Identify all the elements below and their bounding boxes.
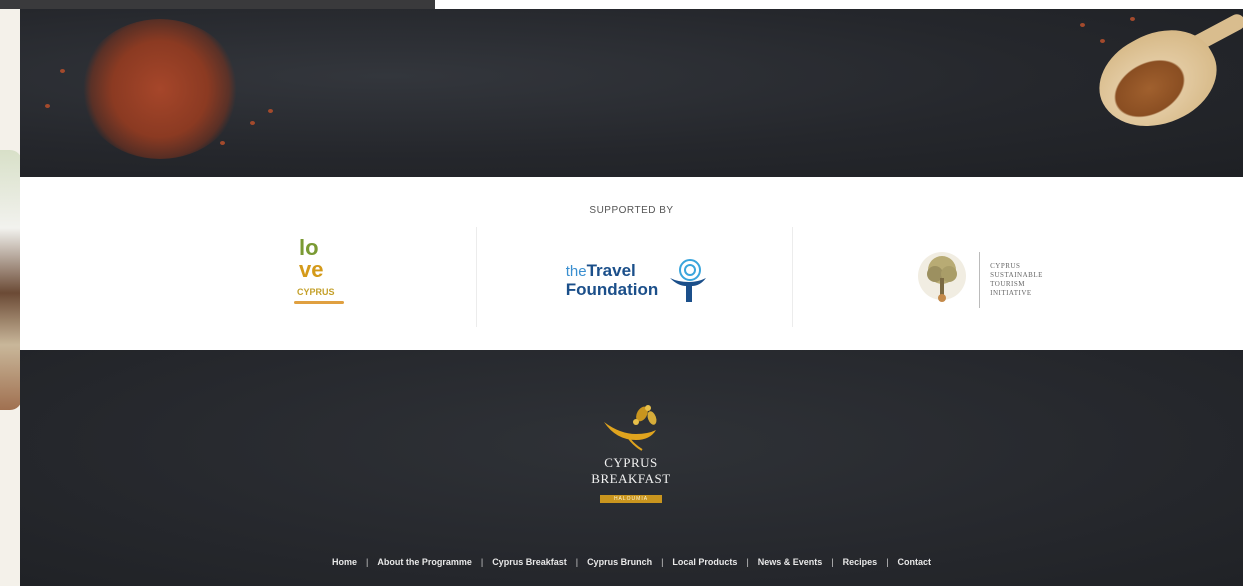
love-cyprus-logo: lo ve CYPRUS bbox=[289, 235, 349, 325]
nav-recipes[interactable]: Recipes bbox=[843, 557, 878, 567]
travel-foundation-icon bbox=[670, 259, 707, 302]
background-food-image bbox=[0, 150, 22, 410]
sponsor-divider bbox=[792, 227, 793, 327]
nav-contact[interactable]: Contact bbox=[898, 557, 932, 567]
sponsor-love-cyprus[interactable]: lo ve CYPRUS bbox=[160, 225, 478, 335]
love-logo-ve: ve bbox=[299, 257, 324, 282]
seed-dot bbox=[60, 69, 65, 73]
nav-separator: | bbox=[575, 557, 579, 567]
brand-line2: BREAKFAST bbox=[591, 471, 671, 486]
csti-text: CYPRUS SUSTAINABLE TOURISM INITIATIVE bbox=[990, 262, 1043, 298]
ttf-the: the bbox=[565, 262, 587, 280]
seed-dot bbox=[250, 121, 255, 125]
spoon-olive-icon bbox=[604, 405, 657, 451]
cyprus-breakfast-logo[interactable]: CYPRUS BREAKFAST HALOUMIA bbox=[581, 400, 681, 505]
nav-separator: | bbox=[365, 557, 369, 567]
nav-news-events[interactable]: News & Events bbox=[758, 557, 823, 567]
nav-separator: | bbox=[831, 557, 834, 567]
seed-dot bbox=[220, 141, 225, 145]
sponsor-travel-foundation[interactable]: theTravel Foundation bbox=[478, 225, 796, 335]
nav-cyprus-brunch[interactable]: Cyprus Brunch bbox=[587, 557, 652, 567]
nav-separator: | bbox=[661, 557, 664, 567]
ttf-travel: Travel bbox=[586, 260, 636, 280]
nav-about-the-programme[interactable]: About the Programme bbox=[377, 557, 472, 567]
sponsor-csti[interactable]: CYPRUS SUSTAINABLE TOURISM INITIATIVE bbox=[820, 225, 1138, 335]
footer-overlay: SUPPORTED BY lo ve CYPRUS theTravel Foun… bbox=[20, 9, 1243, 586]
nav-separator: | bbox=[480, 557, 484, 567]
ttf-foundation: Foundation bbox=[565, 279, 659, 299]
csti-line: INITIATIVE bbox=[990, 289, 1032, 297]
travel-foundation-logo: theTravel Foundation bbox=[566, 256, 709, 304]
flax-seeds-pile bbox=[80, 19, 240, 159]
footer-nav: Home | About the Programme | Cyprus Breakfas… bbox=[20, 557, 1243, 567]
csti-line: SUSTAINABLE bbox=[990, 271, 1043, 279]
seed-dot bbox=[268, 109, 273, 113]
csti-separator bbox=[979, 252, 981, 308]
background-topbar bbox=[0, 0, 435, 9]
seed-dot bbox=[1100, 39, 1105, 43]
brand-tag: HALOUMIA bbox=[599, 495, 663, 503]
supported-by-section: SUPPORTED BY lo ve CYPRUS theTravel Foun… bbox=[20, 177, 1243, 350]
supported-by-title: SUPPORTED BY bbox=[589, 205, 674, 216]
tree-icon bbox=[918, 252, 967, 302]
sponsor-divider bbox=[476, 227, 477, 327]
nav-local-products[interactable]: Local Products bbox=[672, 557, 737, 567]
csti-line: CYPRUS bbox=[990, 262, 1021, 270]
nav-home[interactable]: Home bbox=[332, 557, 357, 567]
seed-dot bbox=[1080, 23, 1085, 27]
nav-separator: | bbox=[886, 557, 889, 567]
seed-dot bbox=[1130, 17, 1135, 21]
nav-cyprus-breakfast[interactable]: Cyprus Breakfast bbox=[492, 557, 567, 567]
top-banner-image bbox=[20, 9, 1243, 177]
footer: CYPRUS BREAKFAST HALOUMIA Home | About the… bbox=[20, 350, 1243, 586]
seed-dot bbox=[45, 104, 50, 108]
love-logo-cyprus: CYPRUS bbox=[297, 287, 335, 297]
brand-line1: CYPRUS bbox=[604, 455, 658, 470]
love-logo-lo: lo bbox=[299, 235, 319, 260]
csti-line: TOURISM bbox=[990, 280, 1025, 288]
love-logo-bar bbox=[294, 301, 344, 304]
csti-logo: CYPRUS SUSTAINABLE TOURISM INITIATIVE bbox=[915, 248, 1043, 312]
nav-separator: | bbox=[746, 557, 749, 567]
